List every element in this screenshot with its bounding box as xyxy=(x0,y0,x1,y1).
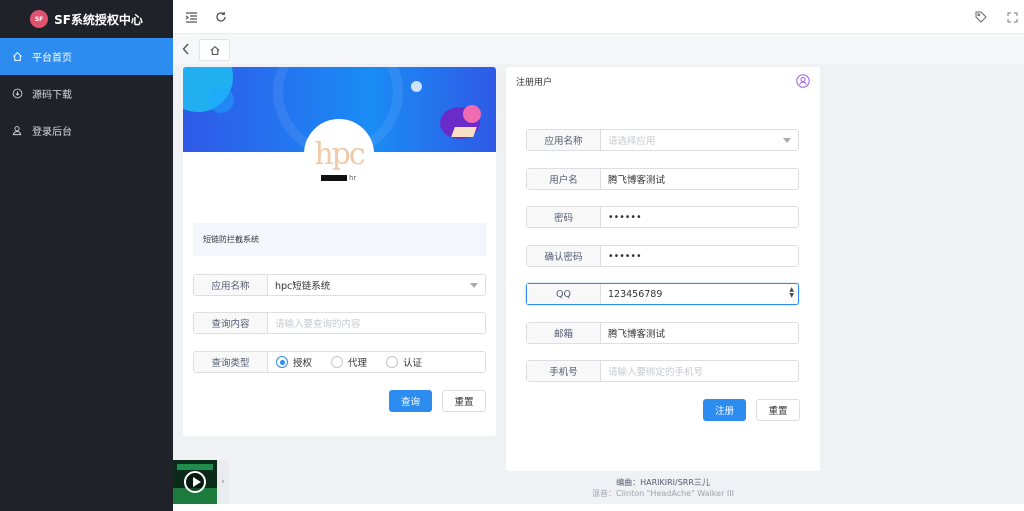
email-input[interactable]: 腾飞博客测试 xyxy=(601,323,798,343)
sidebar-item-login[interactable]: 登录后台 xyxy=(0,112,173,149)
select-value[interactable]: 请选择应用 xyxy=(601,130,798,150)
query-content-input[interactable]: 请输入要查询的内容 xyxy=(268,313,485,333)
number-stepper[interactable]: ▲ ▼ xyxy=(789,287,794,299)
query-app-select[interactable]: 应用名称 hpc短链系统 xyxy=(193,274,486,296)
sidebar-item-label: 登录后台 xyxy=(32,127,72,138)
phone-input[interactable]: 请输入要绑定的手机号 xyxy=(601,361,798,381)
register-reset-button[interactable]: 重置 xyxy=(756,399,800,421)
field-label: 邮箱 xyxy=(527,323,601,343)
query-card: hpc hr 短链防拦截系统 应用名称 hpc短链系统 查询内容 请输入要查询的… xyxy=(183,67,496,436)
query-type-group: 查询类型 授权 代理 认证 xyxy=(193,351,486,373)
bottom-strip xyxy=(173,504,1024,511)
field-label: 应用名称 xyxy=(194,275,268,295)
query-reset-button[interactable]: 重置 xyxy=(442,390,486,412)
sidebar-item-label: 平台首页 xyxy=(32,53,72,64)
tab-home[interactable] xyxy=(199,39,230,61)
username-input[interactable]: 腾飞博客测试 xyxy=(601,169,798,189)
radio-certify[interactable]: 认证 xyxy=(386,355,422,369)
sidebar-item-home[interactable]: 平台首页 xyxy=(0,38,173,75)
radio-unchecked-icon xyxy=(331,356,344,368)
user-icon xyxy=(12,125,23,136)
select-value[interactable]: hpc短链系统 xyxy=(268,275,485,295)
owner-text: hr xyxy=(349,174,357,182)
credit-line: 混音：Clinton "HeadAche" Walker III xyxy=(592,489,734,498)
user-add-icon xyxy=(796,74,810,88)
chevron-down-icon xyxy=(783,138,791,143)
field-label: 密码 xyxy=(527,207,601,227)
card-title: 注册用户 xyxy=(516,78,553,88)
confirm-password-field[interactable]: 确认密码 •••••• xyxy=(526,245,799,267)
refresh-icon[interactable] xyxy=(214,10,228,24)
fullscreen-icon[interactable] xyxy=(1005,10,1019,24)
menu-fold-icon[interactable] xyxy=(184,10,198,24)
confirm-password-input[interactable]: •••••• xyxy=(601,246,798,266)
field-label: 手机号 xyxy=(527,361,601,381)
password-input[interactable]: •••••• xyxy=(601,207,798,227)
radio-checked-icon xyxy=(276,356,288,368)
sidebar-item-download[interactable]: 源码下载 xyxy=(0,75,173,112)
tabs-bar xyxy=(173,34,1024,64)
sidebar: SF SF系统授权中心 平台首页 源码下载 登录后台 xyxy=(0,0,173,511)
qq-field[interactable]: QQ 123456789 ▲ ▼ xyxy=(526,283,799,305)
query-button[interactable]: 查询 xyxy=(389,390,432,412)
field-label: 确认密码 xyxy=(527,246,601,266)
redacted-name xyxy=(321,175,347,181)
music-player[interactable] xyxy=(173,460,217,504)
play-icon[interactable] xyxy=(184,471,206,493)
field-label: 查询内容 xyxy=(194,313,268,333)
field-label: QQ xyxy=(527,284,601,304)
query-content-field[interactable]: 查询内容 请输入要查询的内容 xyxy=(193,312,486,334)
credit-line: 编曲：HARIKIRI/SRR三儿 xyxy=(616,478,710,487)
music-credits: 编曲：HARIKIRI/SRR三儿 混音：Clinton "HeadAche" … xyxy=(506,477,820,499)
sidebar-item-label: 源码下载 xyxy=(32,90,72,101)
field-label: 用户名 xyxy=(527,169,601,189)
chevron-left-icon[interactable] xyxy=(181,42,193,56)
app-description: 短链防拦截系统 xyxy=(193,223,486,256)
home-icon xyxy=(210,45,219,55)
radio-unchecked-icon xyxy=(386,356,399,368)
radio-group: 授权 代理 认证 xyxy=(268,352,485,372)
register-app-select[interactable]: 应用名称 请选择应用 xyxy=(526,129,799,151)
field-label: 查询类型 xyxy=(194,352,268,372)
radio-authorize[interactable]: 授权 xyxy=(276,355,312,369)
password-field[interactable]: 密码 •••••• xyxy=(526,206,799,228)
home-icon xyxy=(12,51,23,62)
logo-badge: SF xyxy=(30,10,49,28)
username-field[interactable]: 用户名 腾飞博客测试 xyxy=(526,168,799,190)
app-logo[interactable]: SF SF系统授权中心 xyxy=(0,0,173,38)
app-title: SF系统授权中心 xyxy=(54,12,143,27)
top-bar xyxy=(173,0,1024,34)
download-icon xyxy=(12,88,23,99)
field-label: 应用名称 xyxy=(527,130,601,150)
chevron-right-icon[interactable]: › xyxy=(217,460,229,504)
qq-input[interactable]: 123456789 ▲ ▼ xyxy=(601,284,798,304)
tag-icon[interactable] xyxy=(974,10,988,24)
chevron-down-icon xyxy=(470,283,478,288)
register-button[interactable]: 注册 xyxy=(703,399,746,421)
radio-agent[interactable]: 代理 xyxy=(331,355,367,369)
email-field[interactable]: 邮箱 腾飞博客测试 xyxy=(526,322,799,344)
phone-field[interactable]: 手机号 请输入要绑定的手机号 xyxy=(526,360,799,382)
register-card: 注册用户 应用名称 请选择应用 用户名 腾飞博客测试 密码 •••••• 确认密… xyxy=(506,67,820,471)
